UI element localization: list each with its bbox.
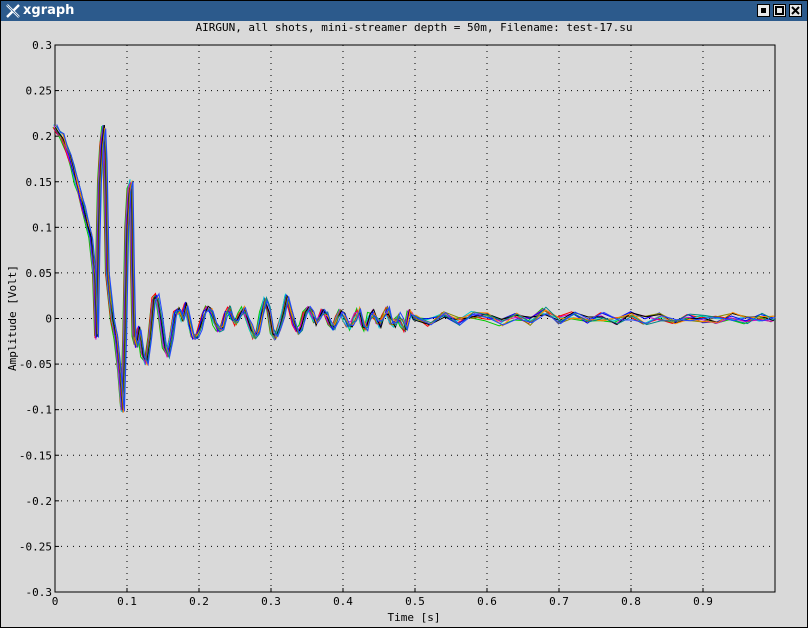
y-tick-label: 0.1	[32, 221, 52, 234]
window-titlebar[interactable]: xgraph	[1, 1, 807, 21]
y-axis: 0.3 0.25 0.2 0.15 0.1 0.05 0 -0.05 -0.1 -0.15 -0.2…	[19, 39, 59, 599]
y-tick-label: -0.05	[19, 358, 52, 371]
x-tick-label: 0.3	[261, 595, 281, 608]
series-trace	[55, 125, 776, 409]
minimize-icon	[761, 8, 766, 13]
x-tick-label: 0.2	[189, 595, 209, 608]
window-title: xgraph	[23, 3, 75, 18]
maximize-button[interactable]	[773, 4, 786, 17]
series-trace	[56, 124, 776, 412]
x-tick-label: 0.5	[405, 595, 425, 608]
y-tick-label: 0.2	[32, 130, 52, 143]
series-trace	[54, 125, 774, 410]
xgraph-window: xgraph AIRGUN, all shots, mini-streamer …	[0, 0, 808, 628]
x-axis-label: Time [s]	[388, 611, 441, 624]
x-axis: 0 0.1 0.2 0.3 0.4 0.5 0.6 0.7 0.8 0.9	[52, 588, 713, 608]
traces	[52, 124, 776, 413]
y-tick-label: -0.25	[19, 540, 52, 553]
series-trace	[54, 125, 774, 411]
minimize-button[interactable]	[757, 4, 770, 17]
x-tick-label: 0.9	[693, 595, 713, 608]
y-tick-label: -0.1	[26, 404, 53, 417]
y-tick-label: -0.3	[26, 586, 53, 599]
x-tick-label: 0.1	[117, 595, 137, 608]
series-trace	[52, 127, 772, 411]
y-axis-label: Amplitude [Volt]	[6, 265, 19, 371]
y-tick-label: 0	[45, 313, 52, 326]
x-logo-icon	[6, 4, 20, 18]
y-tick-label: 0.15	[26, 176, 53, 189]
chart-title: AIRGUN, all shots, mini-streamer depth =…	[195, 22, 632, 34]
y-tick-label: 0.25	[26, 85, 53, 98]
x-tick-label: 0	[52, 595, 59, 608]
y-tick-label: -0.2	[26, 495, 53, 508]
x-tick-label: 0.4	[333, 595, 353, 608]
series-trace	[53, 124, 773, 412]
series-trace	[52, 125, 772, 407]
series-trace	[53, 125, 773, 411]
x-tick-label: 0.8	[621, 595, 641, 608]
close-icon	[791, 6, 800, 15]
close-button[interactable]	[789, 4, 802, 17]
plot-canvas[interactable]: AIRGUN, all shots, mini-streamer depth =…	[2, 22, 807, 626]
y-tick-label: 0.05	[26, 267, 53, 280]
x-tick-label: 0.6	[477, 595, 497, 608]
y-tick-label: -0.15	[19, 449, 52, 462]
maximize-icon	[775, 6, 784, 15]
x-tick-label: 0.7	[549, 595, 569, 608]
y-tick-label: 0.3	[32, 39, 52, 52]
